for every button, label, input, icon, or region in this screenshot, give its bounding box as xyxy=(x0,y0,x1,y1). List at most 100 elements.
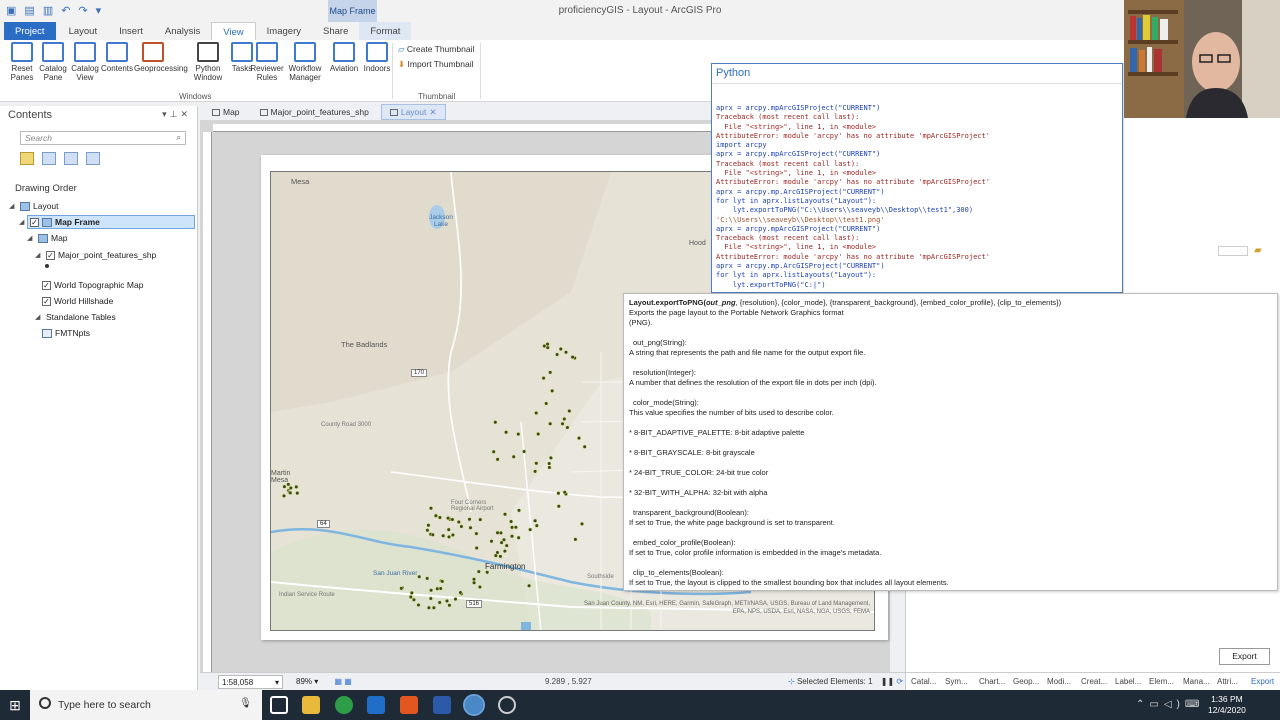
visibility-checkbox[interactable]: ✓ xyxy=(42,280,51,290)
tree-item-fmtnpts[interactable]: FMTNpts xyxy=(42,328,90,338)
pane-tab[interactable]: Chart... xyxy=(974,673,1008,690)
create-thumbnail-button[interactable]: ▱ Create Thumbnail xyxy=(398,44,474,55)
collapse-icon[interactable]: ◢ xyxy=(35,313,43,321)
system-tray[interactable]: ⌃▭◁)⌨ xyxy=(1136,699,1204,710)
tab-layout[interactable]: Layout xyxy=(58,22,109,40)
brave-icon[interactable] xyxy=(400,696,418,714)
pane-tab[interactable]: Sym... xyxy=(940,673,974,690)
map-point xyxy=(536,431,541,437)
pane-tab[interactable]: Elem... xyxy=(1144,673,1178,690)
arcgis-pro-icon[interactable] xyxy=(463,694,485,716)
contents-icon xyxy=(106,42,128,62)
map-point xyxy=(428,596,433,601)
collapse-icon[interactable]: ◢ xyxy=(27,234,35,242)
new-icon[interactable]: ▣ xyxy=(6,4,16,17)
list-by-drawing-order-icon[interactable] xyxy=(20,152,34,165)
tooltip-option: * 8-BIT_GRAYSCALE: 8-bit grayscale xyxy=(629,448,755,457)
customize-icon[interactable]: ▾ xyxy=(96,4,102,17)
folder-icon[interactable]: ▰ xyxy=(1254,245,1262,256)
view-tab-major-points[interactable]: Major_point_features_shp xyxy=(251,104,377,120)
ribbon-button-geoprocessing[interactable]: Geoprocessing xyxy=(134,42,188,73)
visibility-checkbox[interactable]: ✓ xyxy=(30,217,39,227)
task-view-icon[interactable] xyxy=(270,696,288,714)
contents-toolbar xyxy=(20,152,100,165)
save-icon[interactable]: ▥ xyxy=(43,4,53,17)
contents-search-input[interactable]: Search ⌕ xyxy=(20,131,186,145)
grid-icon[interactable]: ▦ ▦ xyxy=(334,677,351,686)
python-line: aprx = arcpy.mpArcGISProject("CURRENT") xyxy=(716,150,881,159)
pane-tab[interactable]: Label... xyxy=(1110,673,1144,690)
taskbar: ⊞ Type here to search 🎙 ⌃▭◁)⌨ 1:36 PM 12/… xyxy=(0,690,1280,720)
ribbon-button-contents[interactable]: Contents xyxy=(98,42,136,73)
tab-analysis[interactable]: Analysis xyxy=(154,22,211,40)
python-code-transcript[interactable]: aprx = arcpy.mpArcGISProject("CURRENT") T… xyxy=(716,104,1120,292)
collapse-icon[interactable]: ◢ xyxy=(35,251,43,259)
tree-item-layout[interactable]: ◢ Layout xyxy=(9,201,59,211)
tab-insert[interactable]: Insert xyxy=(108,22,154,40)
python-window[interactable]: Python aprx = arcpy.mpArcGISProject("CUR… xyxy=(711,63,1123,293)
list-by-source-icon[interactable] xyxy=(42,152,56,165)
pane-tab[interactable]: Attri... xyxy=(1212,673,1246,690)
pane-controls[interactable]: ▾⊥✕ xyxy=(162,109,191,120)
tree-item-map-frame[interactable]: ◢ ✓ Map Frame xyxy=(19,217,100,227)
tree-item-map[interactable]: ◢ Map xyxy=(27,233,68,243)
pane-tab[interactable]: Mana... xyxy=(1178,673,1212,690)
tooltip-param-name: transparent_background(Boolean): xyxy=(633,508,749,517)
ribbon-button-python-window[interactable]: Python Window xyxy=(189,42,227,82)
map-point xyxy=(533,518,538,523)
map-point xyxy=(533,469,538,474)
tab-project[interactable]: Project xyxy=(4,22,56,40)
ribbon-button-workflow-manager[interactable]: Workflow Manager xyxy=(286,42,324,82)
map-label-san-juan: San Juan River xyxy=(373,570,418,577)
windows-start-icon[interactable]: ⊞ xyxy=(0,690,30,720)
pane-tab[interactable]: Catal... xyxy=(906,673,940,690)
view-tab-layout[interactable]: Layout ✕ xyxy=(380,104,446,120)
clock[interactable]: 1:36 PM 12/4/2020 xyxy=(1208,694,1246,716)
outlook-icon[interactable] xyxy=(367,696,385,714)
pause-icon[interactable]: ❚❚ xyxy=(881,677,894,686)
export-button[interactable]: Export xyxy=(1219,648,1270,665)
redo-icon[interactable]: ↷ xyxy=(78,4,87,17)
tree-item-world-topo[interactable]: ✓ World Topographic Map xyxy=(42,280,143,290)
chrome-icon[interactable] xyxy=(335,696,353,714)
map-credits: San Juan County, NM, Esri, HERE, Garmin,… xyxy=(583,601,870,615)
pane-tab[interactable]: Creat... xyxy=(1076,673,1110,690)
refresh-icon[interactable]: ⟳ xyxy=(896,677,903,686)
list-by-selection-icon[interactable] xyxy=(64,152,78,165)
tab-view[interactable]: View xyxy=(211,22,256,40)
tab-imagery[interactable]: Imagery xyxy=(256,22,312,40)
tab-share[interactable]: Share xyxy=(312,22,359,40)
path-field[interactable] xyxy=(1218,246,1248,256)
collapse-icon[interactable]: ◢ xyxy=(9,202,17,210)
obs-icon[interactable] xyxy=(498,696,516,714)
microphone-icon[interactable]: 🎙 xyxy=(239,698,252,709)
selected-elements[interactable]: ⊹ Selected Elements: 1 ❚❚ ⟳ xyxy=(788,677,903,686)
import-thumbnail-button[interactable]: ⬇ Import Thumbnail xyxy=(398,59,473,70)
pane-tab[interactable]: Geop... xyxy=(1008,673,1042,690)
map-point xyxy=(547,465,552,470)
view-tab-map[interactable]: Map xyxy=(204,104,248,120)
chevron-down-icon[interactable]: ▾ xyxy=(275,678,279,687)
word-icon[interactable] xyxy=(433,696,451,714)
search-icon[interactable]: ⌕ xyxy=(176,132,181,143)
file-explorer-icon[interactable] xyxy=(302,696,320,714)
list-by-editing-icon[interactable] xyxy=(86,152,100,165)
ribbon-button-indoors[interactable]: Indoors xyxy=(358,42,396,73)
map-point xyxy=(499,540,504,545)
undo-icon[interactable]: ↶ xyxy=(61,4,70,17)
pane-tab[interactable]: Modi... xyxy=(1042,673,1076,690)
tree-item-standalone-tables[interactable]: ◢ Standalone Tables xyxy=(35,312,116,322)
tree-item-world-hillshade[interactable]: ✓ World Hillshade xyxy=(42,296,113,306)
visibility-checkbox[interactable]: ✓ xyxy=(46,250,55,260)
open-icon[interactable]: ▤ xyxy=(24,4,34,17)
zoom-level[interactable]: 89% ▾ ▦ ▦ xyxy=(296,677,352,686)
pane-tab[interactable]: Export xyxy=(1246,673,1280,690)
taskbar-search-input[interactable]: Type here to search 🎙 xyxy=(30,690,262,720)
close-icon[interactable]: ✕ xyxy=(429,107,436,118)
collapse-icon[interactable]: ◢ xyxy=(19,218,27,226)
ribbon-button-reviewer-rules[interactable]: Reviewer Rules xyxy=(248,42,286,82)
tab-format[interactable]: Format xyxy=(359,22,412,40)
scale-input[interactable]: 1:58,058 ▾ xyxy=(218,675,283,689)
visibility-checkbox[interactable]: ✓ xyxy=(42,296,51,306)
tree-item-major-points[interactable]: ◢ ✓ Major_point_features_shp xyxy=(35,250,156,260)
